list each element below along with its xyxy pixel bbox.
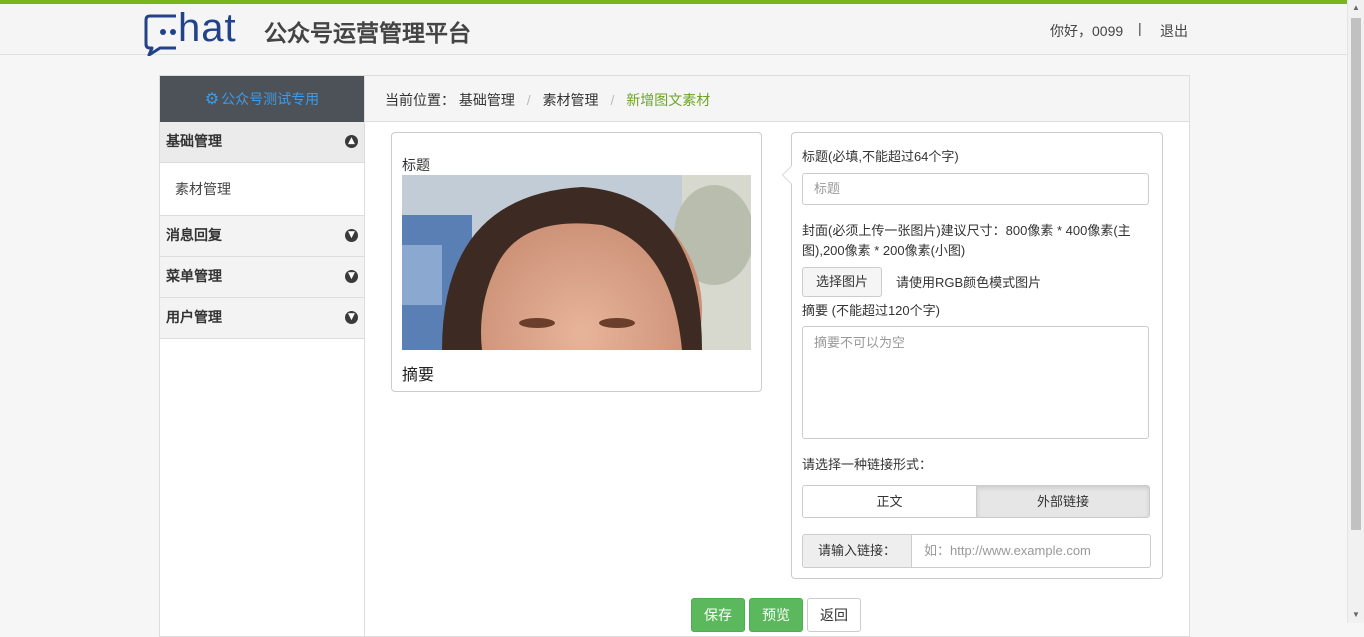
menu-label: 用户管理 bbox=[166, 310, 222, 326]
summary-textarea[interactable]: 摘要不可以为空 bbox=[802, 326, 1149, 439]
summary-label: 摘要 (不能超过120个字) bbox=[802, 303, 940, 318]
scroll-up-arrow-icon[interactable]: ▲ bbox=[1348, 0, 1364, 16]
choose-image-button[interactable]: 选择图片 bbox=[802, 267, 882, 297]
cover-label: 封面(必须上传一张图片)建议尺寸：800像素 * 400像素(主图),200像素… bbox=[802, 223, 1131, 258]
link-type-body-option[interactable]: 正文 bbox=[802, 485, 977, 518]
platform-title: 公众号运营管理平台 bbox=[264, 21, 471, 47]
account-header: ⚙ 公众号测试专用 bbox=[160, 76, 364, 122]
back-button[interactable]: 返回 bbox=[807, 598, 861, 632]
menu-menu-management[interactable]: 菜单管理 ▼ bbox=[160, 257, 364, 298]
header-separator: | bbox=[1138, 20, 1142, 36]
link-addon-label: 请输入链接： bbox=[802, 534, 912, 568]
breadcrumb-item[interactable]: 基础管理 bbox=[459, 92, 515, 108]
breadcrumb-prefix: 当前位置： bbox=[385, 92, 455, 108]
submenu-material-management[interactable]: 素材管理 bbox=[160, 163, 364, 216]
scroll-down-arrow-icon[interactable]: ▼ bbox=[1348, 607, 1364, 623]
menu-label: 基础管理 bbox=[166, 134, 222, 150]
arrow-up-circle-icon: ▲ bbox=[345, 135, 358, 148]
rgb-hint: 请使用RGB颜色模式图片 bbox=[896, 275, 1042, 290]
breadcrumb-divider: / bbox=[610, 92, 615, 108]
header: hat 公众号运营管理平台 你好，0099 | 退出 bbox=[0, 4, 1348, 56]
breadcrumb-bar: 当前位置： 基础管理 / 素材管理 / 新增图文素材 bbox=[365, 76, 1189, 122]
link-url-input[interactable]: 如：http://www.example.com bbox=[911, 534, 1151, 568]
title-input[interactable]: 标题 bbox=[802, 173, 1149, 205]
sidebar: ⚙ 公众号测试专用 基础管理 ▲ 素材管理 消息回复 ▼ 菜单管理 ▼ 用户管理 … bbox=[160, 76, 365, 636]
preview-button[interactable]: 预览 bbox=[749, 598, 803, 632]
breadcrumb-current: 新增图文素材 bbox=[626, 92, 711, 108]
breadcrumb-divider: / bbox=[526, 92, 531, 108]
page-scrollbar[interactable]: ▲ ▼ bbox=[1347, 0, 1364, 623]
logo-text: hat bbox=[178, 6, 237, 50]
gear-icon: ⚙ bbox=[204, 91, 220, 108]
arrow-down-circle-icon: ▼ bbox=[345, 270, 358, 283]
breadcrumb-item[interactable]: 素材管理 bbox=[543, 92, 599, 108]
menu-message-reply[interactable]: 消息回复 ▼ bbox=[160, 216, 364, 257]
scroll-thumb[interactable] bbox=[1351, 18, 1361, 530]
preview-title: 标题 bbox=[402, 157, 430, 173]
main-container: ⚙ 公众号测试专用 基础管理 ▲ 素材管理 消息回复 ▼ 菜单管理 ▼ 用户管理 … bbox=[159, 75, 1190, 637]
link-type-external-option[interactable]: 外部链接 bbox=[976, 485, 1150, 518]
preview-summary: 摘要 bbox=[402, 367, 435, 384]
logout-link[interactable]: 退出 bbox=[1160, 21, 1188, 41]
link-input-group: 请输入链接： 如：http://www.example.com bbox=[802, 534, 1151, 568]
article-preview-card: 标题 摘要 bbox=[391, 132, 762, 392]
logo[interactable]: hat bbox=[144, 6, 254, 56]
user-greeting: 你好，0099 bbox=[1050, 23, 1124, 39]
title-label: 标题(必填,不能超过64个字) bbox=[802, 149, 959, 164]
arrow-down-circle-icon: ▼ bbox=[345, 311, 358, 324]
cover-photo bbox=[402, 175, 751, 350]
arrow-down-circle-icon: ▼ bbox=[345, 229, 358, 242]
cover-image bbox=[402, 175, 751, 350]
link-type-label: 请选择一种链接形式： bbox=[802, 457, 933, 472]
menu-label: 菜单管理 bbox=[166, 269, 222, 285]
breadcrumb: 当前位置： 基础管理 / 素材管理 / 新增图文素材 bbox=[385, 90, 710, 110]
menu-label: 消息回复 bbox=[166, 228, 222, 244]
account-name: 公众号测试专用 bbox=[221, 91, 320, 107]
panel-pointer-inner bbox=[783, 166, 792, 184]
article-form-panel: 标题(必填,不能超过64个字) 标题 封面(必须上传一张图片)建议尺寸：800像… bbox=[782, 132, 1163, 579]
menu-user-management[interactable]: 用户管理 ▼ bbox=[160, 298, 364, 339]
menu-basic-management[interactable]: 基础管理 ▲ bbox=[160, 122, 364, 163]
save-button[interactable]: 保存 bbox=[691, 598, 745, 632]
